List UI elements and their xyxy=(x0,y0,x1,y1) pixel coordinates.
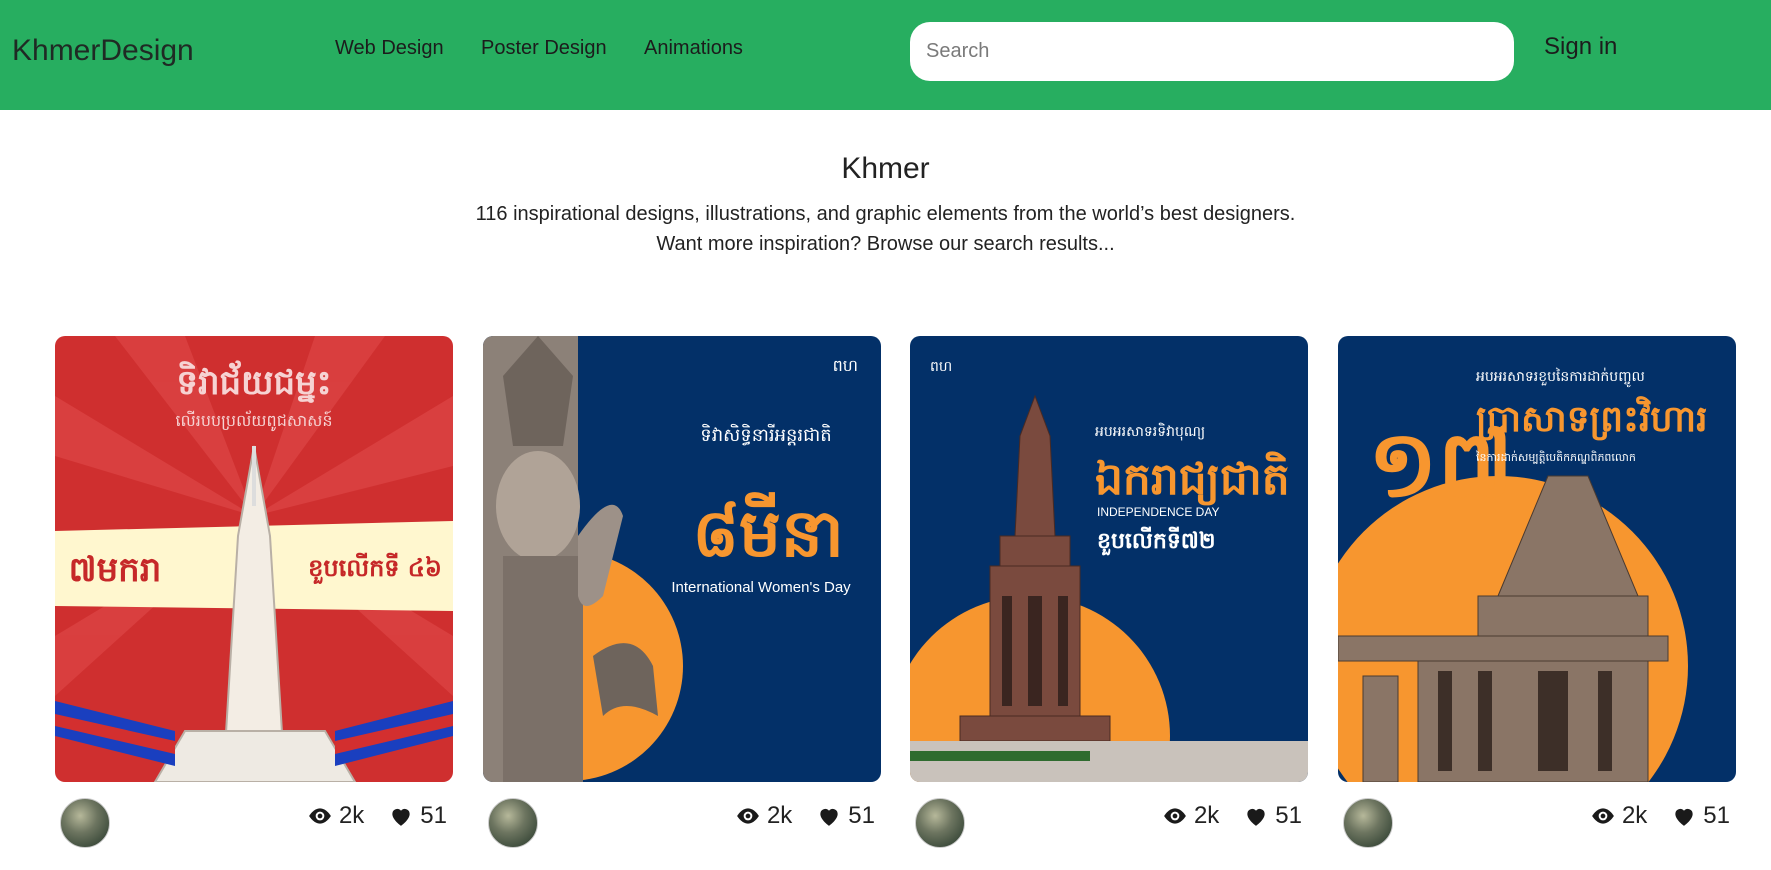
svg-text:ពហ: ពហ xyxy=(930,359,952,375)
poster-preah-vihear-image: ១៧ អបអរសាទរខួបនៃការដាក់បញ្ចូល ប្រាសាទព្រ… xyxy=(1338,336,1736,782)
poster-sub-text: ប្រាសាទព្រះវិហារ xyxy=(1476,396,1708,441)
design-card: ១៧ អបអរសាទរខួបនៃការដាក់បញ្ចូល ប្រាសាទព្រ… xyxy=(1338,336,1736,852)
eye-icon xyxy=(737,808,759,824)
page-description-line-1: 116 inspirational designs, illustrations… xyxy=(475,203,1296,225)
eye-icon xyxy=(309,808,331,824)
svg-text:ទិវាជ័យជម្នះ: ទិវាជ័យជម្នះ xyxy=(176,360,331,403)
svg-text:អបអរសាទរខួបនៃការដាក់បញ្ចូល: អបអរសាទរខួបនៃការដាក់បញ្ចូល xyxy=(1476,367,1645,388)
design-card: ពហ អបអរសាទរទិវាបុណ្យ ឯករាជ្យជាតិ INDEPEN… xyxy=(910,336,1308,852)
brand-logo-link[interactable]: KhmerDesign xyxy=(12,34,194,68)
poster-victory-day-image: ទិវាជ័យជម្នះ លើរបបប្រល័យពូជសាសន៍ ៧មករា ខ… xyxy=(55,336,453,782)
author-avatar[interactable] xyxy=(60,798,110,848)
svg-text:ពហ: ពហ xyxy=(833,356,858,375)
svg-text:លើរបបប្រល័យពូជសាសន៍: លើរបបប្រល័យពូជសាសន៍ xyxy=(175,410,332,432)
eye-icon xyxy=(1164,808,1186,824)
card-stats: 2k 51 xyxy=(307,802,447,830)
design-card: ពហ ទិវាសិទ្ធិនារីអន្តរជាតិ ៨មីនា Interna… xyxy=(483,336,881,852)
heart-icon[interactable] xyxy=(1671,803,1697,829)
card-stats: 2k 51 xyxy=(1162,802,1302,830)
poster-main-text: ឯករាជ្យជាតិ xyxy=(1095,451,1290,506)
poster-sub-text: INDEPENDENCE DAY xyxy=(1097,505,1219,519)
nav-link-web-design[interactable]: Web Design xyxy=(335,37,444,60)
heart-icon[interactable] xyxy=(816,803,842,829)
poster-sub-text: ខួបលើកទី ៤៦ xyxy=(308,552,442,585)
design-thumbnail-link[interactable]: ទិវាជ័យជម្នះ លើរបបប្រល័យពូជសាសន៍ ៧មករា ខ… xyxy=(55,336,453,782)
nav-link-poster-design[interactable]: Poster Design xyxy=(481,37,607,60)
likes-count: 51 xyxy=(420,802,447,829)
heart-icon[interactable] xyxy=(1243,803,1269,829)
sign-in-link[interactable]: Sign in xyxy=(1544,33,1617,61)
design-thumbnail-link[interactable]: ពហ ទិវាសិទ្ធិនារីអន្តរជាតិ ៨មីនា Interna… xyxy=(483,336,881,782)
views-count: 2k xyxy=(766,802,793,829)
search-input[interactable] xyxy=(910,22,1514,81)
poster-womens-day-image: ពហ ទិវាសិទ្ធិនារីអន្តរជាតិ ៨មីនា Interna… xyxy=(483,336,881,782)
likes-count: 51 xyxy=(848,802,875,829)
svg-text:ខួបលើកទី៧២: ខួបលើកទី៧២ xyxy=(1097,526,1216,556)
likes-count: 51 xyxy=(1275,802,1302,829)
views-count: 2k xyxy=(1621,802,1648,829)
likes-count: 51 xyxy=(1703,802,1730,829)
eye-icon xyxy=(1592,808,1614,824)
design-thumbnail-link[interactable]: ១៧ អបអរសាទរខួបនៃការដាក់បញ្ចូល ប្រាសាទព្រ… xyxy=(1338,336,1736,782)
poster-main-text: ៨មីនា xyxy=(692,492,843,572)
card-stats: 2k 51 xyxy=(1590,802,1730,830)
card-stats: 2k 51 xyxy=(735,802,875,830)
views-count: 2k xyxy=(338,802,365,829)
poster-independence-day-image: ពហ អបអរសាទរទិវាបុណ្យ ឯករាជ្យជាតិ INDEPEN… xyxy=(910,336,1308,782)
page-title: Khmer xyxy=(841,152,930,185)
heart-icon[interactable] xyxy=(388,803,414,829)
design-card: ទិវាជ័យជម្នះ លើរបបប្រល័យពូជសាសន៍ ៧មករា ខ… xyxy=(55,336,453,852)
design-thumbnail-link[interactable]: ពហ អបអរសាទរទិវាបុណ្យ ឯករាជ្យជាតិ INDEPEN… xyxy=(910,336,1308,782)
poster-sub-text: International Women's Day xyxy=(671,579,851,596)
poster-main-text: ៧មករា xyxy=(69,550,162,590)
author-avatar[interactable] xyxy=(488,798,538,848)
views-count: 2k xyxy=(1193,802,1220,829)
author-avatar[interactable] xyxy=(915,798,965,848)
nav-link-animations[interactable]: Animations xyxy=(644,37,743,60)
svg-text:អបអរសាទរទិវាបុណ្យ: អបអរសាទរទិវាបុណ្យ xyxy=(1095,422,1205,441)
svg-text:ទិវាសិទ្ធិនារីអន្តរជាតិ: ទិវាសិទ្ធិនារីអន្តរជាតិ xyxy=(700,423,831,446)
author-avatar[interactable] xyxy=(1343,798,1393,848)
svg-text:នៃការដាក់សម្បត្តិបេតិកភណ្ឌពិភព: នៃការដាក់សម្បត្តិបេតិកភណ្ឌពិភពលោក xyxy=(1475,450,1636,464)
top-navbar: KhmerDesign Web Design Poster Design Ani… xyxy=(0,0,1771,110)
page-description-line-2: Want more inspiration? Browse our search… xyxy=(656,233,1115,255)
